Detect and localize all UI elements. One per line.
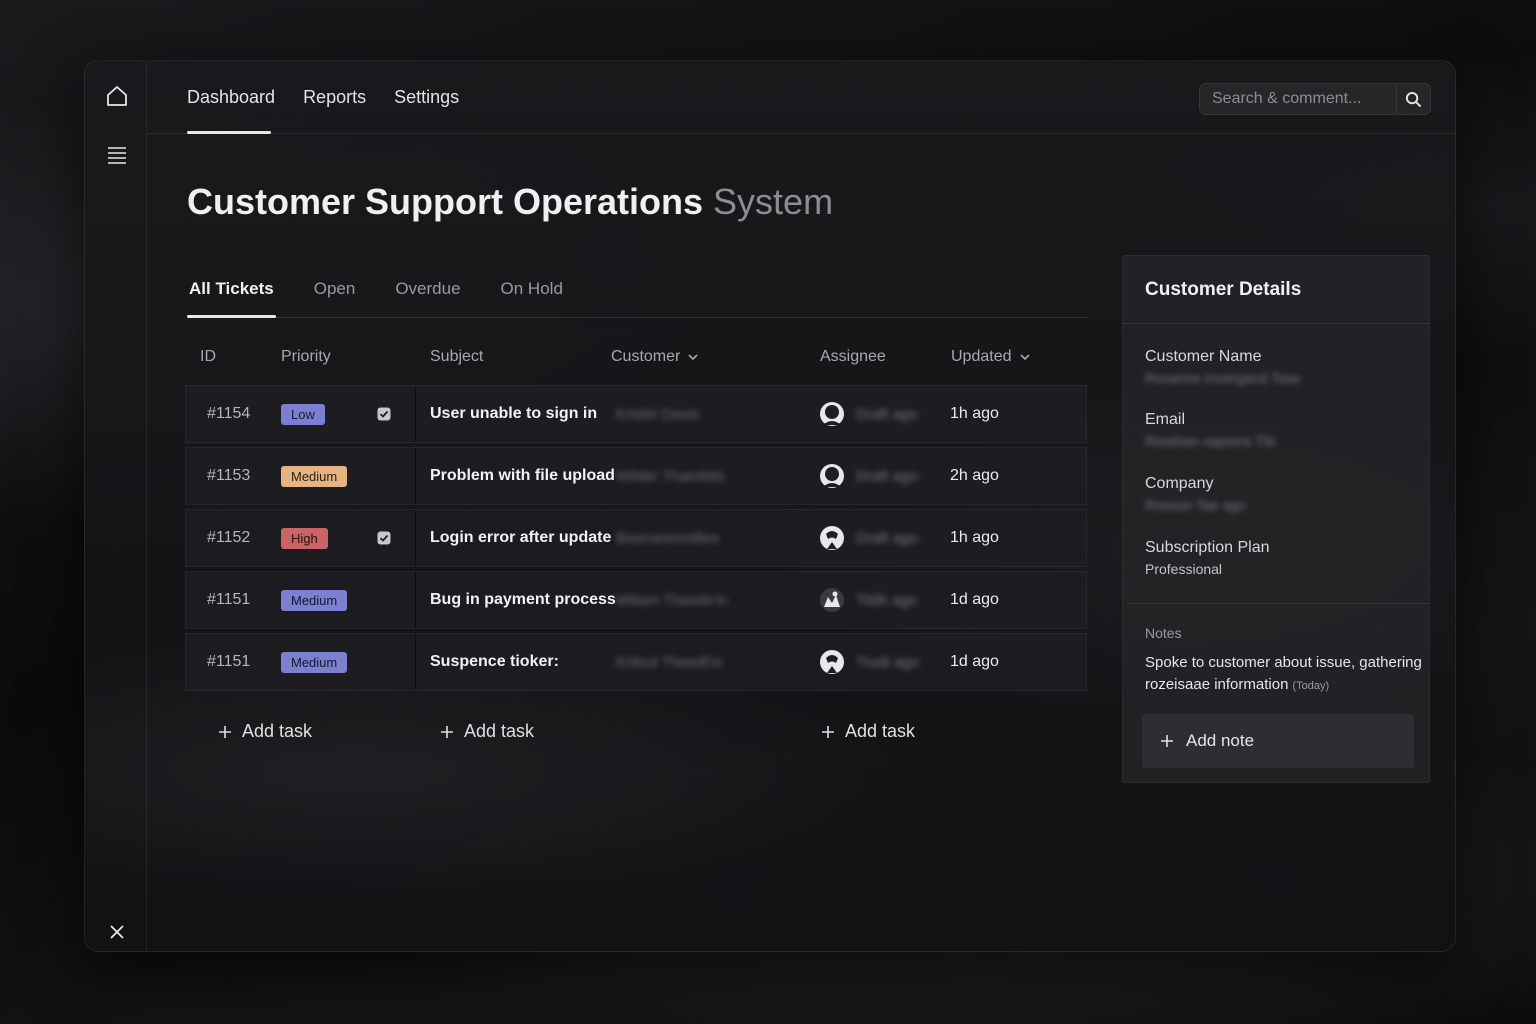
avatar-icon (819, 401, 845, 427)
search-box (1199, 83, 1431, 115)
tab-on-hold[interactable]: On Hold (499, 267, 565, 311)
add-task-button[interactable]: Add task (821, 721, 915, 742)
page-title-main: Customer Support Operations (187, 181, 704, 222)
search-input[interactable] (1200, 90, 1396, 108)
column-subject: Subject (430, 348, 484, 365)
chevron-down-icon (688, 354, 698, 360)
note-text: Spoke to customer about issue, gathering… (1145, 654, 1422, 693)
panel-divider (1127, 603, 1429, 604)
ticket-customer: Bixerarenmillen (616, 529, 720, 547)
ticket-id: #1152 (207, 529, 251, 546)
table-row[interactable]: #1153 Medium Problem with file upload Wi… (185, 447, 1087, 505)
customer-details-panel: Customer Details Customer Name Rosanne I… (1122, 255, 1430, 783)
check-icon[interactable] (377, 386, 391, 442)
ticket-updated: 1h ago (950, 529, 999, 546)
priority-badge: High (281, 527, 328, 549)
ticket-customer: Miliam Theeds'in (616, 591, 728, 609)
search-icon[interactable] (1396, 84, 1430, 114)
plus-icon (822, 725, 834, 738)
column-customer[interactable]: Customer (611, 329, 698, 385)
ticket-customer: Wilder Thambtts (616, 467, 725, 485)
ticket-assignee: Draft ago (856, 405, 918, 423)
table-row[interactable]: #1151 Medium Bug in payment process Mili… (185, 571, 1087, 629)
table-row[interactable]: #1154 Low User unable to sign in Kristin… (185, 385, 1087, 443)
app-window: Dashboard Reports Settings Customer Supp… (84, 60, 1456, 952)
ticket-id: #1151 (207, 653, 251, 670)
ticket-id: #1153 (207, 467, 251, 484)
ticket-subject: Login error after update (430, 529, 612, 546)
ticket-updated: 1d ago (950, 653, 999, 670)
ticket-updated: 2h ago (950, 467, 999, 484)
table-header: ID Priority Subject Customer Assignee Up… (185, 329, 1087, 385)
nav-dashboard[interactable]: Dashboard (187, 61, 275, 134)
ticket-customer: Kriloul Theedt'in (616, 653, 723, 671)
chevron-down-icon (1019, 354, 1030, 360)
ticket-assignee: Draft ago (856, 467, 918, 485)
column-id: ID (200, 348, 216, 365)
close-icon[interactable] (104, 919, 130, 945)
plus-icon (219, 725, 231, 738)
ticket-subject: Bug in payment process (430, 591, 616, 608)
priority-badge: Medium (281, 589, 348, 611)
add-task-row: Add task Add task Add task (185, 695, 1087, 765)
ticket-updated: 1h ago (950, 405, 999, 422)
field-subscription-plan: Subscription Plan Professional (1145, 539, 1270, 577)
priority-badge: Medium (281, 465, 348, 487)
plus-icon (1161, 735, 1173, 747)
avatar-icon (819, 525, 845, 551)
field-email: Email Rissthan xapions Tfe (1145, 411, 1276, 449)
field-customer-name: Customer Name Rosanne Invergand Tase (1145, 348, 1301, 386)
column-assignee: Assignee (820, 348, 886, 365)
column-priority: Priority (281, 348, 331, 365)
nav-settings[interactable]: Settings (394, 61, 459, 134)
table-row[interactable]: #1151 Medium Suspence tioker: Kriloul Th… (185, 633, 1087, 691)
page-title-suffix: System (713, 181, 834, 222)
tickets-table: ID Priority Subject Customer Assignee Up… (185, 329, 1087, 765)
main-nav: Dashboard Reports Settings (187, 61, 459, 134)
field-company: Company Rosson Tae ago (1145, 475, 1246, 513)
notes-label: Notes (1145, 625, 1182, 641)
top-bar: Dashboard Reports Settings (147, 61, 1455, 134)
avatar-icon (819, 463, 845, 489)
home-icon[interactable] (104, 83, 130, 109)
table-row[interactable]: #1152 High Login error after update Bixe… (185, 509, 1087, 567)
tab-overdue[interactable]: Overdue (393, 267, 462, 311)
ticket-subject: User unable to sign in (430, 405, 598, 422)
plus-icon (441, 725, 453, 738)
menu-icon[interactable] (104, 142, 130, 168)
nav-reports[interactable]: Reports (303, 61, 366, 134)
ticket-assignee: Tildh ago (856, 591, 918, 609)
ticket-assignee: Trudi ago (856, 653, 919, 671)
sidebar-rail (85, 61, 147, 951)
note-timestamp: (Today) (1292, 680, 1330, 692)
check-icon[interactable] (377, 510, 391, 566)
tab-all-tickets[interactable]: All Tickets (187, 267, 276, 318)
ticket-id: #1154 (207, 405, 251, 422)
add-task-button[interactable]: Add task (440, 721, 534, 742)
add-task-button[interactable]: Add task (218, 721, 312, 742)
ticket-subject: Problem with file upload (430, 467, 615, 484)
ticket-updated: 1d ago (950, 591, 999, 608)
priority-badge: Low (281, 403, 325, 425)
avatar-icon (819, 587, 845, 613)
priority-badge: Medium (281, 651, 348, 673)
tab-open[interactable]: Open (312, 267, 358, 311)
ticket-subject: Suspence tioker: (430, 653, 559, 670)
avatar-icon (819, 649, 845, 675)
ticket-tabs: All Tickets Open Overdue On Hold (187, 267, 1087, 318)
page-title: Customer Support Operations System (187, 181, 833, 223)
ticket-assignee: Draft ago (856, 529, 918, 547)
ticket-customer: Kristin Davis (616, 405, 700, 423)
panel-title: Customer Details (1123, 256, 1429, 324)
add-note-button[interactable]: Add note (1142, 714, 1414, 768)
column-updated[interactable]: Updated (951, 329, 1030, 385)
ticket-id: #1151 (207, 591, 251, 608)
